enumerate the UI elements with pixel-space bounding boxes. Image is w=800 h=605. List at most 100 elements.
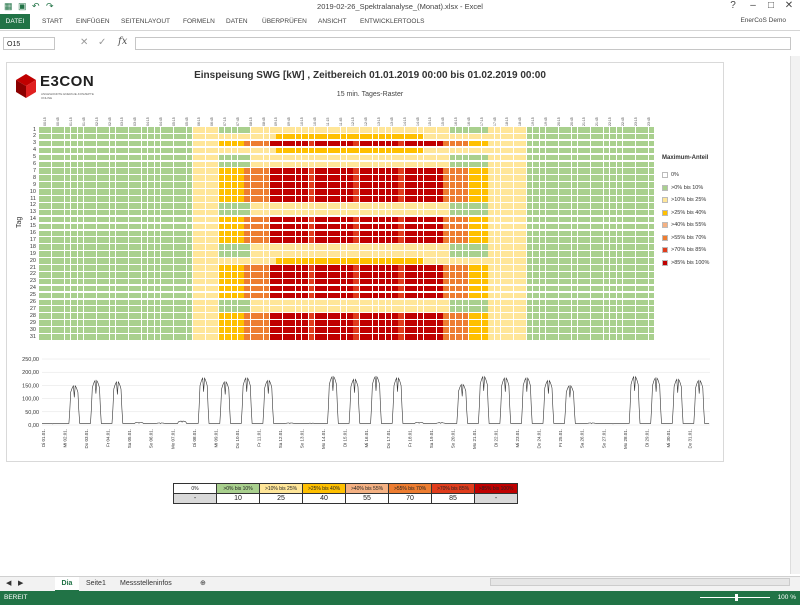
heatmap-cell	[160, 237, 167, 244]
heatmap-cell	[404, 133, 411, 140]
formula-input[interactable]	[135, 37, 791, 50]
heatmap-cell	[263, 299, 270, 306]
heatmap-cell	[321, 223, 328, 230]
heatmap-cell	[186, 202, 193, 209]
heatmap-cell	[109, 327, 116, 333]
cancel-icon[interactable]: ✕	[80, 37, 88, 48]
zoom-level[interactable]: 100 %	[778, 594, 796, 601]
name-box[interactable]: O15	[3, 37, 55, 50]
insert-function-button[interactable]: fx	[118, 36, 127, 47]
line-chart-x-tick-label: Fr 04.01.	[106, 429, 111, 447]
heatmap-cell	[578, 299, 584, 306]
heatmap-cell	[302, 285, 308, 292]
tab-entwicklertools[interactable]: ENTWICKLERTOOLS	[360, 14, 424, 29]
heatmap-cell	[359, 202, 366, 209]
tab-einfuegen[interactable]: EINFÜGEN	[76, 14, 110, 29]
maximize-button[interactable]: □	[762, 0, 780, 11]
heatmap-cell	[205, 313, 212, 319]
heatmap-cell	[603, 265, 610, 271]
heatmap-cell	[578, 140, 584, 147]
close-button[interactable]: ✕	[780, 0, 798, 11]
heatmap-cell	[160, 196, 167, 202]
heatmap-cell	[340, 189, 347, 195]
heatmap-cell	[372, 161, 379, 168]
heatmap-cell	[456, 209, 462, 216]
heatmap-cell	[45, 196, 52, 202]
heatmap-cell	[539, 320, 546, 326]
heatmap-row-label: 2	[32, 133, 36, 140]
heatmap-cell	[257, 251, 263, 257]
heatmap-cell	[347, 133, 353, 140]
tab-formeln[interactable]: FORMELN	[183, 14, 215, 29]
heatmap-cell	[635, 334, 642, 340]
heatmap-cell	[327, 278, 334, 285]
heatmap-cell	[231, 299, 238, 306]
heatmap-cell	[603, 299, 610, 306]
heatmap-cell	[109, 230, 116, 237]
heatmap-cell	[83, 209, 90, 216]
tab-scroll-right-icon[interactable]: ▶	[18, 577, 23, 590]
heatmap-cell	[590, 278, 597, 285]
heatmap-cell	[372, 168, 379, 174]
tab-ansicht[interactable]: ANSICHT	[318, 14, 347, 29]
heatmap-cell	[250, 271, 257, 278]
vertical-scrollbar[interactable]	[790, 56, 800, 574]
heatmap-cell	[475, 140, 482, 147]
confirm-icon[interactable]: ✓	[98, 37, 106, 48]
heatmap-cell	[45, 313, 52, 319]
heatmap-cell	[135, 133, 142, 140]
tab-daten[interactable]: DATEN	[226, 14, 248, 29]
heatmap-cell	[424, 327, 430, 333]
heatmap-cell	[193, 237, 199, 244]
heatmap-cell	[64, 271, 71, 278]
heatmap-cell	[141, 292, 148, 299]
heatmap-cell	[398, 237, 405, 244]
heatmap-cell	[379, 334, 385, 340]
heatmap-cell	[417, 216, 424, 223]
heatmap-cell	[276, 182, 283, 188]
tab-seitenlayout[interactable]: SEITENLAYOUT	[121, 14, 170, 29]
heatmap-cell	[218, 140, 225, 147]
heatmap-cell	[539, 209, 546, 216]
tab-scroll-left-icon[interactable]: ◀	[6, 577, 11, 590]
tab-datei[interactable]: DATEI	[0, 14, 30, 29]
heatmap-cell	[289, 306, 296, 313]
heatmap-cell	[90, 306, 97, 313]
heatmap-cell	[468, 299, 475, 306]
heatmap-cell	[366, 299, 373, 306]
heatmap-cell	[436, 202, 443, 209]
sheet-tab-dia[interactable]: Dia	[55, 577, 79, 592]
add-sheet-icon[interactable]: ⊕	[200, 577, 206, 590]
heatmap-cell	[45, 230, 52, 237]
tab-start[interactable]: START	[42, 14, 63, 29]
help-button[interactable]: ?	[724, 0, 742, 11]
sheet-tab-seite1[interactable]: Seite1	[86, 577, 106, 590]
heatmap-cell	[199, 189, 206, 195]
heatmap-cell	[231, 140, 238, 147]
heatmap-cell	[109, 161, 116, 168]
heatmap-cell	[501, 327, 507, 333]
heatmap-cell	[379, 278, 385, 285]
heatmap-cell	[295, 223, 302, 230]
tab-ueberpruefen[interactable]: ÜBERPRÜFEN	[262, 14, 307, 29]
heatmap-cell	[372, 334, 379, 340]
user-account[interactable]: EnerCoS Demo	[740, 17, 786, 24]
heatmap-cell	[128, 223, 135, 230]
sheet-tab-messstelleninfos[interactable]: Messstelleninfos	[120, 577, 172, 590]
heatmap-cell	[436, 334, 443, 340]
heatmap-cell	[520, 189, 527, 195]
heatmap-cell	[96, 133, 103, 140]
heatmap-cell	[225, 251, 231, 257]
heatmap-cell	[193, 306, 199, 313]
heatmap-cell	[629, 127, 636, 133]
heatmap-cell	[552, 216, 559, 223]
heatmap-cell	[122, 258, 129, 264]
horizontal-scrollbar[interactable]	[490, 578, 790, 586]
heatmap-cell	[135, 147, 142, 154]
heatmap-cell	[404, 223, 411, 230]
heatmap-row-label: 28	[29, 312, 36, 319]
heatmap-cell	[45, 320, 52, 326]
zoom-slider-knob[interactable]	[735, 594, 738, 601]
minimize-button[interactable]: –	[744, 0, 762, 11]
line-chart-x-tick-label: Mo 28.01.	[623, 429, 628, 449]
